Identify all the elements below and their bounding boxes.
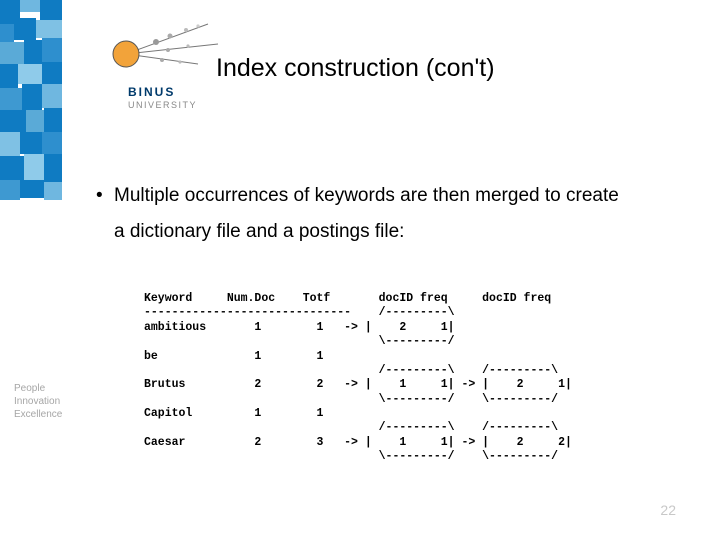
dictionary-postings-table: Keyword Num.Doc Totf docID freq docID fr… <box>144 292 572 465</box>
bullet-point-1: Multiple occurrences of keywords are the… <box>114 178 634 250</box>
logo-text: BINUS <box>128 85 175 99</box>
tagline-line-3: Excellence <box>14 408 62 421</box>
tagline-line-2: Innovation <box>14 395 62 408</box>
side-strip: People Innovation Excellence <box>0 0 62 540</box>
pixel-art <box>0 0 62 210</box>
logo-subtitle: UNIVERSITY <box>128 100 197 110</box>
tagline: People Innovation Excellence <box>14 382 62 421</box>
page-number: 22 <box>660 502 676 518</box>
slide-title: Index construction (con't) <box>216 54 495 83</box>
tagline-line-1: People <box>14 382 62 395</box>
